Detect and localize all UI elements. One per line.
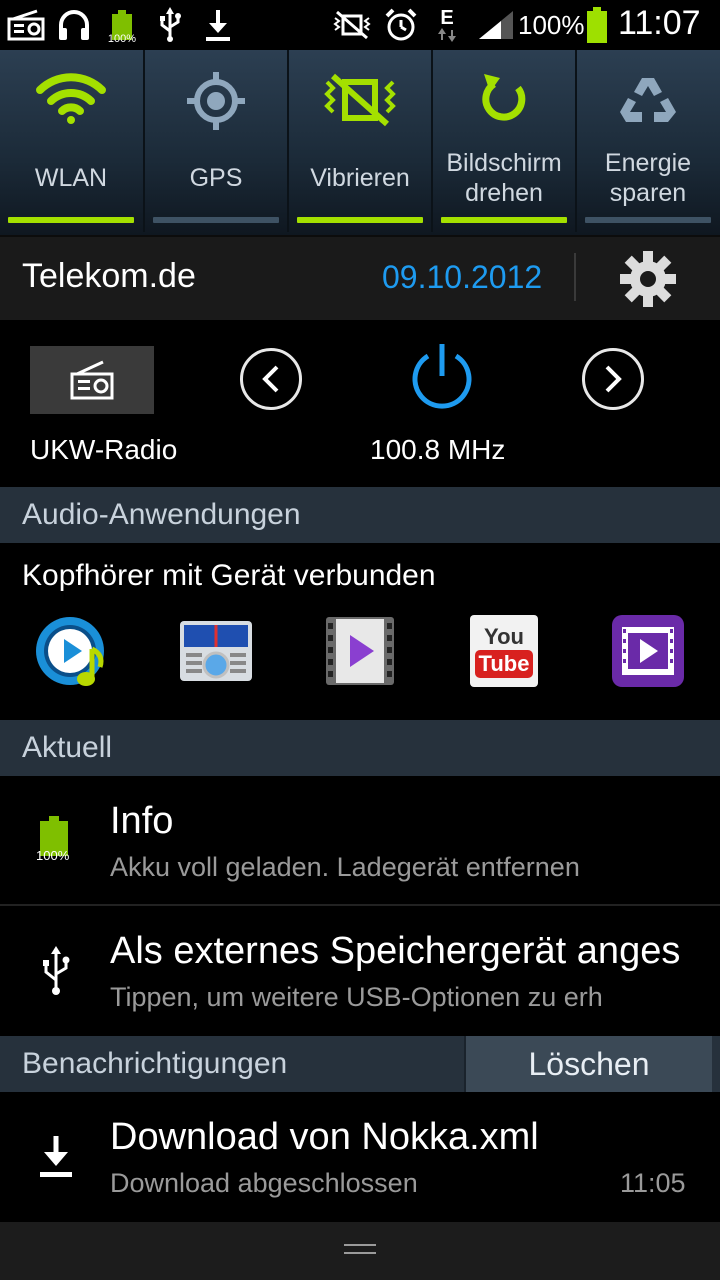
notification-title: Download von Nokka.xml	[110, 1116, 539, 1158]
headphones-icon	[54, 6, 94, 44]
clock: 11:07	[618, 4, 701, 42]
notification-title: Als externes Speichergerät anges	[110, 930, 681, 972]
youtube-tube-text: Tube	[474, 650, 534, 678]
signal-icon	[476, 6, 516, 44]
toggle-indicator-off	[153, 217, 279, 223]
toggle-power-saving[interactable]: Energie sparen	[577, 50, 719, 232]
youtube-icon[interactable]: You Tube	[470, 615, 538, 687]
download-icon	[200, 6, 236, 44]
toggle-label: Vibrieren	[310, 164, 410, 192]
network-type-label: E	[440, 7, 454, 29]
network-type-icon: E	[432, 6, 462, 44]
usb-icon	[40, 946, 72, 996]
radio-app-icon[interactable]	[178, 615, 254, 685]
vibrate-icon	[289, 72, 431, 132]
quick-settings-panel: WLAN GPS Vibrieren Bildschirm drehen Ene…	[0, 50, 720, 235]
power-icon	[412, 344, 472, 409]
notification-title: Info	[110, 800, 174, 842]
toggle-label-line1: Energie	[604, 149, 692, 177]
radio-icon	[70, 360, 114, 400]
toggle-label: WLAN	[34, 164, 108, 192]
gps-icon	[145, 70, 287, 130]
usb-icon	[152, 6, 188, 44]
radio-widget: UKW-Radio 100.8 MHz	[0, 320, 720, 486]
section-header-audio: Audio-Anwendungen	[0, 487, 720, 543]
toggle-label-line2: sparen	[609, 179, 687, 207]
notification-subtitle: Tippen, um weitere USB-Optionen zu erh	[110, 982, 603, 1012]
radio-icon	[6, 6, 46, 44]
toggle-label-line1: Bildschirm	[446, 149, 562, 177]
clear-all-button[interactable]: Löschen	[464, 1036, 712, 1092]
toggle-label-line2: drehen	[465, 179, 543, 207]
toggle-gps[interactable]: GPS	[145, 50, 287, 232]
battery-badge: 100%	[36, 848, 70, 863]
video-hub-icon[interactable]	[610, 613, 686, 689]
radio-label: UKW-Radio	[30, 434, 178, 465]
toggle-wlan[interactable]: WLAN	[0, 50, 142, 232]
radio-app-button[interactable]	[30, 346, 154, 414]
status-bar: 100% E 100% 11:07	[0, 0, 720, 50]
drag-handle-icon	[344, 1244, 376, 1254]
vibrate-mute-icon	[332, 6, 372, 44]
battery-label: 100%	[107, 33, 137, 45]
toggle-vibrate[interactable]: Vibrieren	[289, 50, 431, 232]
toggle-label: GPS	[189, 164, 243, 192]
music-player-icon[interactable]	[34, 613, 110, 689]
section-header-current: Aktuell	[0, 720, 720, 776]
previous-station-button[interactable]	[240, 348, 302, 410]
video-player-icon[interactable]	[324, 615, 396, 687]
toggle-indicator-on	[8, 217, 134, 223]
section-title: Audio-Anwendungen	[22, 498, 301, 531]
battery-icon	[584, 6, 610, 44]
battery-percent: 100%	[518, 10, 585, 40]
next-station-button[interactable]	[582, 348, 644, 410]
power-saving-icon	[577, 72, 719, 132]
chevron-right-icon	[605, 365, 622, 393]
youtube-you-text: You	[484, 624, 524, 649]
notification-subtitle: Download abgeschlossen	[110, 1168, 418, 1198]
radio-power-button[interactable]	[408, 340, 476, 412]
carrier-name: Telekom.de	[22, 257, 196, 295]
battery-full-icon: 100%	[36, 816, 76, 864]
date-label[interactable]: 09.10.2012	[382, 259, 542, 296]
section-title: Aktuell	[22, 731, 113, 764]
divider	[574, 253, 576, 301]
carrier-row: Telekom.de 09.10.2012	[0, 235, 720, 322]
radio-frequency: 100.8 MHz	[370, 434, 506, 465]
section-header-notifications: Benachrichtigungen Löschen	[0, 1036, 720, 1092]
audio-subtitle: Kopfhörer mit Gerät verbunden	[22, 559, 436, 592]
panel-drag-handle[interactable]	[0, 1222, 720, 1280]
toggle-rotate[interactable]: Bildschirm drehen	[433, 50, 575, 232]
alarm-icon	[382, 6, 420, 44]
toggle-indicator-off	[585, 217, 711, 223]
wifi-icon	[0, 72, 142, 132]
chevron-left-icon	[262, 365, 279, 393]
notification-usb[interactable]: Als externes Speichergerät anges Tippen,…	[0, 906, 720, 1034]
section-title: Benachrichtigungen	[22, 1047, 288, 1080]
settings-gear-icon[interactable]	[618, 249, 678, 309]
audio-apps-panel: Kopfhörer mit Gerät verbunden You Tube	[0, 543, 720, 719]
toggle-indicator-on	[441, 217, 567, 223]
toggle-indicator-on	[297, 217, 423, 223]
notification-subtitle: Akku voll geladen. Ladegerät entfernen	[110, 852, 580, 882]
download-icon	[38, 1134, 74, 1178]
rotate-icon	[433, 72, 575, 132]
battery-full-icon: 100%	[104, 6, 140, 45]
notification-download[interactable]: Download von Nokka.xml Download abgeschl…	[0, 1092, 720, 1220]
notification-time: 11:05	[620, 1168, 686, 1198]
notification-battery[interactable]: 100% Info Akku voll geladen. Ladegerät e…	[0, 776, 720, 904]
